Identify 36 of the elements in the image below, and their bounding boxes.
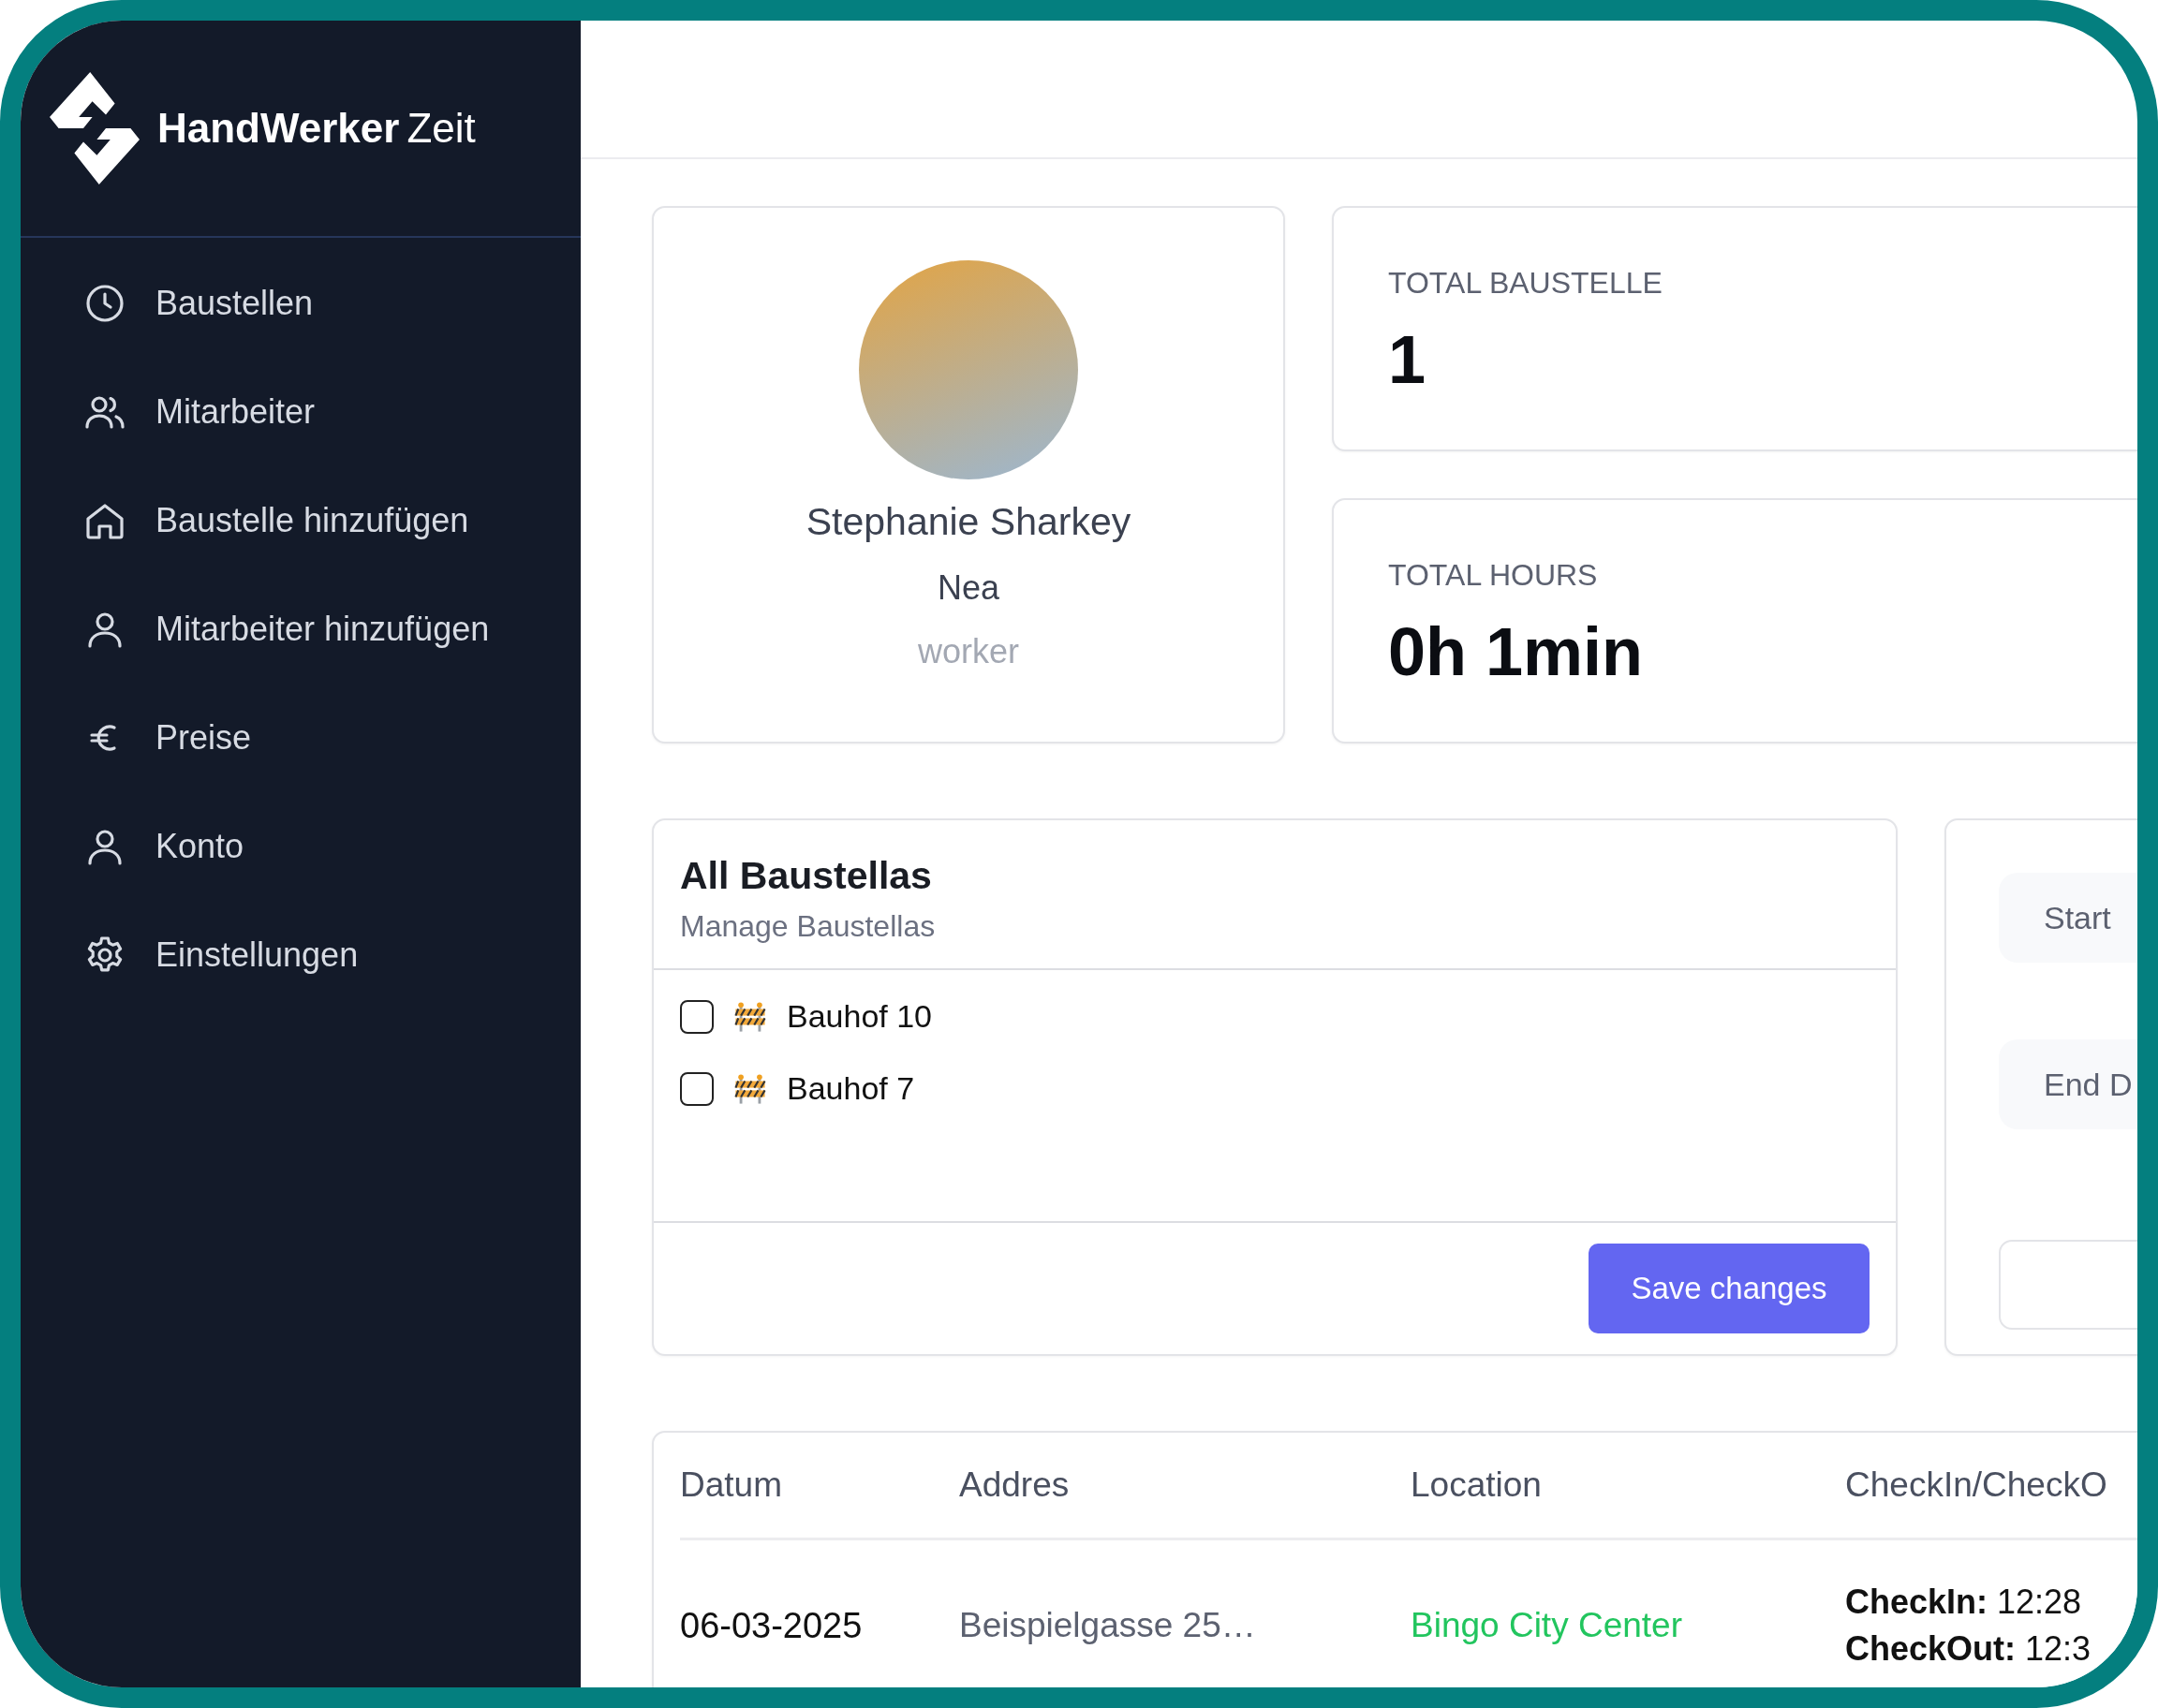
stat-label: TOTAL HOURS — [1388, 558, 1599, 593]
column-header: CheckIn/CheckO — [1845, 1465, 2108, 1505]
column-header: Addres — [959, 1465, 1071, 1505]
checkin-time: CheckIn: 12:28 — [1845, 1583, 2083, 1622]
table-cell-text: 06-03-2025 — [680, 1605, 864, 1646]
stat-value: 0h 1min — [1388, 613, 1645, 690]
brand-name-suffix: Zeit — [406, 105, 476, 152]
brand-name: HandWerker — [157, 105, 400, 152]
stat-label: TOTAL BAUSTELLE — [1388, 266, 1663, 301]
card-title: All Baustellas — [680, 854, 933, 898]
column-header: Location — [1411, 1465, 1543, 1505]
barrier-icon — [734, 1072, 766, 1105]
sidebar-item[interactable]: Preise — [71, 704, 521, 772]
sidebar-item[interactable]: Konto — [71, 813, 521, 880]
sidebar-item[interactable]: Mitarbeiter — [71, 378, 521, 446]
date-field[interactable]: End D — [1999, 1039, 2137, 1129]
checkbox[interactable] — [680, 1071, 714, 1106]
save-button[interactable]: Save changes — [1589, 1244, 1870, 1333]
column-header: Datum — [680, 1465, 783, 1505]
card-subtitle: Manage Baustellas — [680, 909, 937, 944]
baustelle-label: Bauhof 7 — [787, 1070, 915, 1107]
profile-name: Stephanie Sharkey — [806, 500, 1131, 544]
barrier-icon — [734, 1000, 766, 1033]
table-cell-text: Beispielgasse 25… — [959, 1606, 1257, 1645]
stat-value: 1 — [1388, 321, 1427, 398]
sidebar-item[interactable]: Mitarbeiter hinzufügen — [71, 596, 521, 663]
sidebar-item[interactable]: Baustellen — [71, 270, 521, 337]
checkout-time: CheckOut: 12:3 — [1845, 1629, 2092, 1669]
table-cell-text: Bingo City Center — [1411, 1606, 1683, 1645]
sidebar-item[interactable]: Einstellungen — [71, 921, 521, 989]
baustelle-label: Bauhof 10 — [787, 998, 933, 1035]
checkbox[interactable] — [680, 999, 714, 1034]
sidebar-item[interactable]: Baustelle hinzufügen — [71, 487, 521, 554]
date-field[interactable]: Start — [1999, 873, 2137, 963]
profile-role: worker — [918, 632, 1019, 671]
profile-subtitle: Nea — [937, 568, 999, 608]
